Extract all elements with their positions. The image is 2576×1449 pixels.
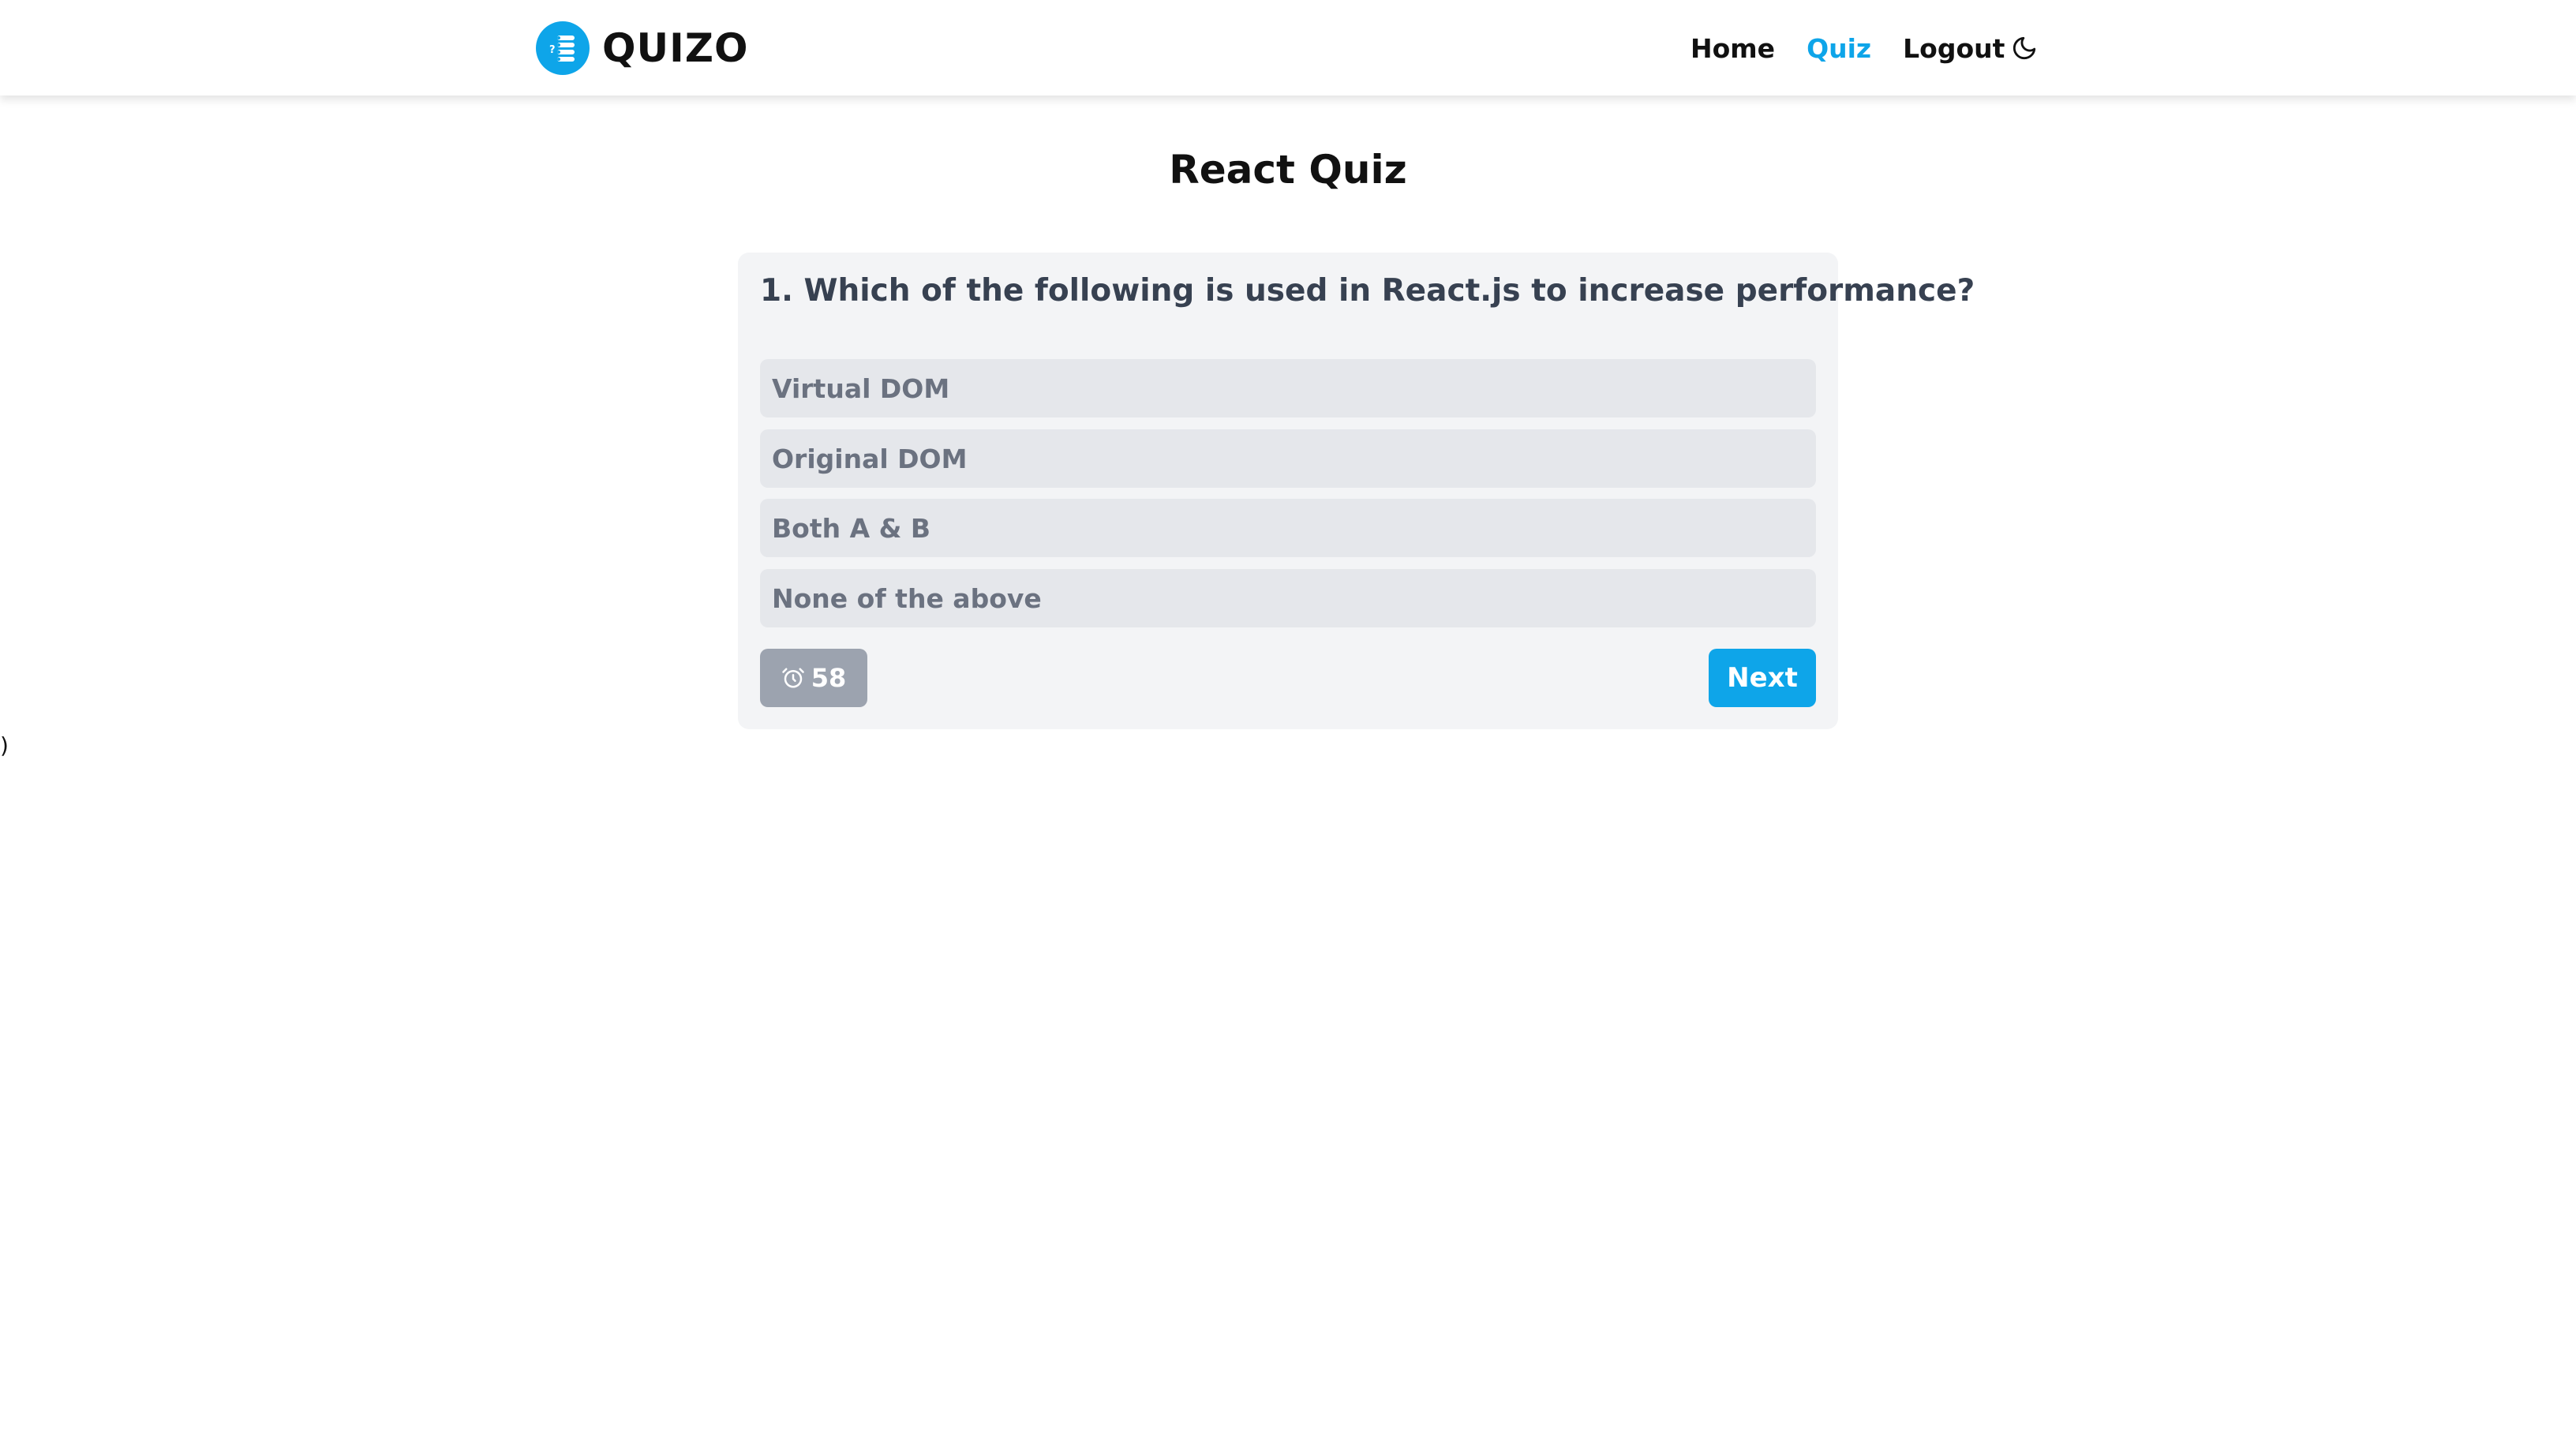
timer-value: 58: [811, 663, 847, 693]
quiz-card: 1. Which of the following is used in Rea…: [738, 253, 1975, 729]
brand-link[interactable]: ? QUIZO: [536, 21, 748, 75]
svg-text:?: ?: [549, 44, 556, 56]
nav-item-logout[interactable]: Logout: [1903, 33, 2005, 64]
option-virtual-dom[interactable]: Virtual DOM: [760, 359, 1816, 417]
alarm-clock-icon: [781, 668, 804, 688]
nav-item-home[interactable]: Home: [1690, 33, 1775, 64]
stray-text: ): [0, 732, 9, 758]
next-button[interactable]: Next: [1709, 649, 1816, 707]
option-original-dom[interactable]: Original DOM: [760, 429, 1816, 488]
timer-badge: 58: [760, 649, 867, 707]
option-both[interactable]: Both A & B: [760, 499, 1816, 557]
moon-icon[interactable]: [2011, 35, 2038, 62]
option-none[interactable]: None of the above: [760, 569, 1816, 627]
quiz-list-icon: ?: [536, 21, 590, 75]
brand-name: QUIZO: [602, 25, 749, 71]
nav-item-quiz[interactable]: Quiz: [1807, 33, 1871, 64]
navbar: ? QUIZO Home Quiz Logout: [0, 0, 2576, 95]
page-title: React Quiz: [1169, 147, 1407, 193]
question-text: 1. Which of the following is used in Rea…: [760, 273, 1975, 309]
nav-links: Home Quiz Logout: [1690, 28, 2036, 68]
